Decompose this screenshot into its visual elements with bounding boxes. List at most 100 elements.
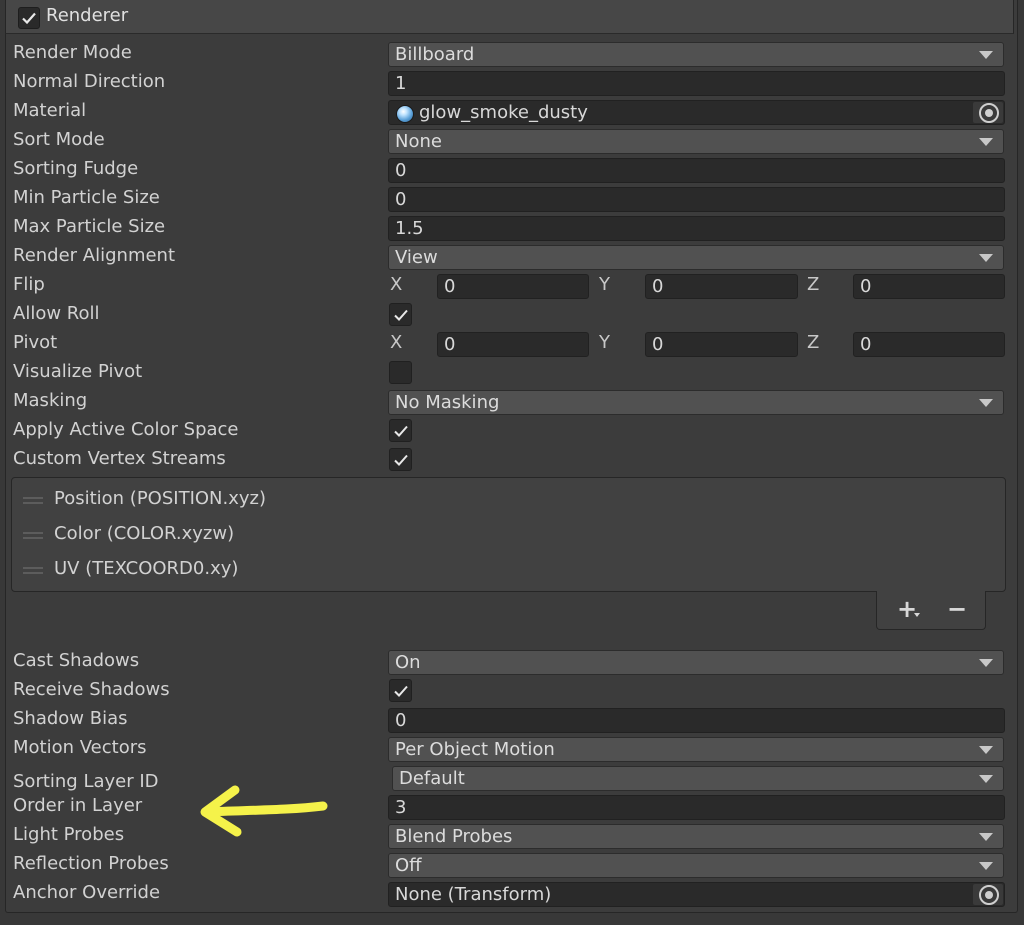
- annotation-arrow-icon: [200, 785, 328, 837]
- order-in-layer-label: Order in Layer: [13, 795, 143, 816]
- flip-y-label[interactable]: Y: [599, 273, 610, 297]
- dropdown-arrow-icon: [979, 51, 993, 59]
- visualize-pivot-label: Visualize Pivot: [13, 361, 143, 382]
- flip-x-field[interactable]: 0: [437, 274, 589, 299]
- renderer-header[interactable]: Renderer: [5, 0, 1014, 34]
- material-label: Material: [13, 100, 87, 121]
- flip-y-field[interactable]: 0: [645, 274, 798, 299]
- dropdown-arrow-icon: [979, 399, 993, 407]
- render-alignment-dropdown[interactable]: View: [388, 245, 1004, 270]
- material-value: glow_smoke_dusty: [419, 102, 588, 123]
- shadow-bias-field[interactable]: 0: [388, 708, 1005, 733]
- stream-list-footer: + −: [876, 591, 986, 630]
- max-particle-size-field[interactable]: 1.5: [388, 216, 1005, 241]
- dropdown-arrow-icon: [979, 746, 993, 754]
- min-particle-size-field[interactable]: 0: [388, 187, 1005, 212]
- motion-vectors-label: Motion Vectors: [13, 737, 147, 758]
- pivot-z-field[interactable]: 0: [853, 332, 1005, 357]
- vertex-stream-label: UV (TEXCOORD0.xy): [54, 558, 239, 579]
- render-mode-value: Billboard: [395, 44, 475, 65]
- pivot-y-field[interactable]: 0: [645, 332, 798, 357]
- dropdown-arrow-icon: [979, 862, 993, 870]
- shadow-bias-label: Shadow Bias: [13, 708, 128, 729]
- shadow-bias-value: 0: [395, 710, 407, 731]
- flip-z-label[interactable]: Z: [807, 273, 819, 297]
- reflection-probes-dropdown[interactable]: Off: [388, 853, 1004, 878]
- normal-direction-field[interactable]: 1: [388, 71, 1005, 96]
- allow-roll-checkbox[interactable]: [389, 303, 412, 326]
- object-picker-button[interactable]: [973, 102, 1003, 123]
- masking-dropdown[interactable]: No Masking: [388, 390, 1004, 415]
- receive-shadows-checkbox[interactable]: [389, 679, 412, 702]
- sorting-layer-id-value: Default: [399, 768, 465, 789]
- object-picker-dot: [985, 891, 993, 899]
- min-particle-size-value: 0: [395, 189, 407, 210]
- anchor-override-value: None (Transform): [395, 884, 552, 905]
- sorting-fudge-field[interactable]: 0: [388, 158, 1005, 183]
- flip-y-value: 0: [652, 276, 664, 297]
- flip-x-label[interactable]: X: [390, 273, 402, 297]
- custom-vertex-streams-checkbox[interactable]: [389, 448, 412, 471]
- pivot-y-value: 0: [652, 334, 664, 355]
- checkmark-icon: [394, 309, 408, 321]
- add-stream-button[interactable]: +: [897, 595, 917, 623]
- anchor-override-field[interactable]: None (Transform): [388, 882, 1005, 907]
- checkmark-icon: [394, 685, 408, 697]
- render-mode-dropdown[interactable]: Billboard: [388, 42, 1004, 67]
- pivot-z-label[interactable]: Z: [807, 331, 819, 355]
- vertex-stream-item[interactable]: Position (POSITION.xyz): [12, 484, 1005, 514]
- flip-label: Flip: [13, 274, 45, 295]
- min-particle-size-label: Min Particle Size: [13, 187, 160, 208]
- light-probes-value: Blend Probes: [395, 826, 513, 847]
- pivot-x-label[interactable]: X: [390, 331, 402, 355]
- renderer-enabled-checkbox[interactable]: [18, 7, 40, 29]
- vertex-stream-label: Color (COLOR.xyzw): [54, 523, 235, 544]
- reflection-probes-label: Reflection Probes: [13, 853, 169, 874]
- flip-x-value: 0: [444, 276, 456, 297]
- drag-handle-icon[interactable]: [23, 567, 43, 574]
- light-probes-dropdown[interactable]: Blend Probes: [388, 824, 1004, 849]
- cast-shadows-label: Cast Shadows: [13, 650, 140, 671]
- apply-active-color-space-label: Apply Active Color Space: [13, 419, 239, 440]
- render-alignment-value: View: [395, 247, 438, 268]
- apply-active-color-space-checkbox[interactable]: [389, 419, 412, 442]
- sort-mode-value: None: [395, 131, 442, 152]
- order-in-layer-field[interactable]: 3: [388, 795, 1005, 820]
- max-particle-size-label: Max Particle Size: [13, 216, 166, 237]
- drag-handle-icon[interactable]: [23, 497, 43, 504]
- vertex-stream-item[interactable]: Color (COLOR.xyzw): [12, 519, 1005, 549]
- cast-shadows-value: On: [395, 652, 421, 673]
- receive-shadows-label: Receive Shadows: [13, 679, 170, 700]
- drag-handle-icon[interactable]: [23, 532, 43, 539]
- dropdown-arrow-icon: [979, 833, 993, 841]
- masking-value: No Masking: [395, 392, 500, 413]
- pivot-y-label[interactable]: Y: [599, 331, 610, 355]
- sorting-fudge-label: Sorting Fudge: [13, 158, 139, 179]
- pivot-z-value: 0: [860, 334, 872, 355]
- motion-vectors-value: Per Object Motion: [395, 739, 555, 760]
- allow-roll-label: Allow Roll: [13, 303, 100, 324]
- visualize-pivot-checkbox[interactable]: [389, 361, 412, 384]
- dropdown-arrow-icon: [979, 254, 993, 262]
- masking-label: Masking: [13, 390, 88, 411]
- sort-mode-label: Sort Mode: [13, 129, 105, 150]
- material-field[interactable]: glow_smoke_dusty: [388, 100, 1005, 125]
- pivot-x-field[interactable]: 0: [437, 332, 589, 357]
- checkmark-icon: [394, 425, 408, 437]
- custom-vertex-streams-label: Custom Vertex Streams: [13, 448, 226, 469]
- motion-vectors-dropdown[interactable]: Per Object Motion: [388, 737, 1004, 762]
- vertex-stream-item[interactable]: UV (TEXCOORD0.xy): [12, 554, 1005, 584]
- object-picker-button[interactable]: [973, 884, 1003, 905]
- sorting-fudge-value: 0: [395, 160, 407, 181]
- checkmark-icon: [394, 454, 408, 466]
- sorting-layer-id-dropdown[interactable]: Default: [392, 766, 1004, 791]
- remove-stream-button[interactable]: −: [947, 595, 967, 623]
- cast-shadows-dropdown[interactable]: On: [388, 650, 1004, 675]
- dropdown-arrow-icon: [979, 775, 993, 783]
- sort-mode-dropdown[interactable]: None: [388, 129, 1004, 154]
- flip-z-field[interactable]: 0: [853, 274, 1005, 299]
- dropdown-arrow-icon: [979, 659, 993, 667]
- sorting-layer-id-label: Sorting Layer ID: [13, 771, 159, 792]
- vertex-stream-label: Position (POSITION.xyz): [54, 488, 267, 509]
- normal-direction-value: 1: [395, 73, 407, 94]
